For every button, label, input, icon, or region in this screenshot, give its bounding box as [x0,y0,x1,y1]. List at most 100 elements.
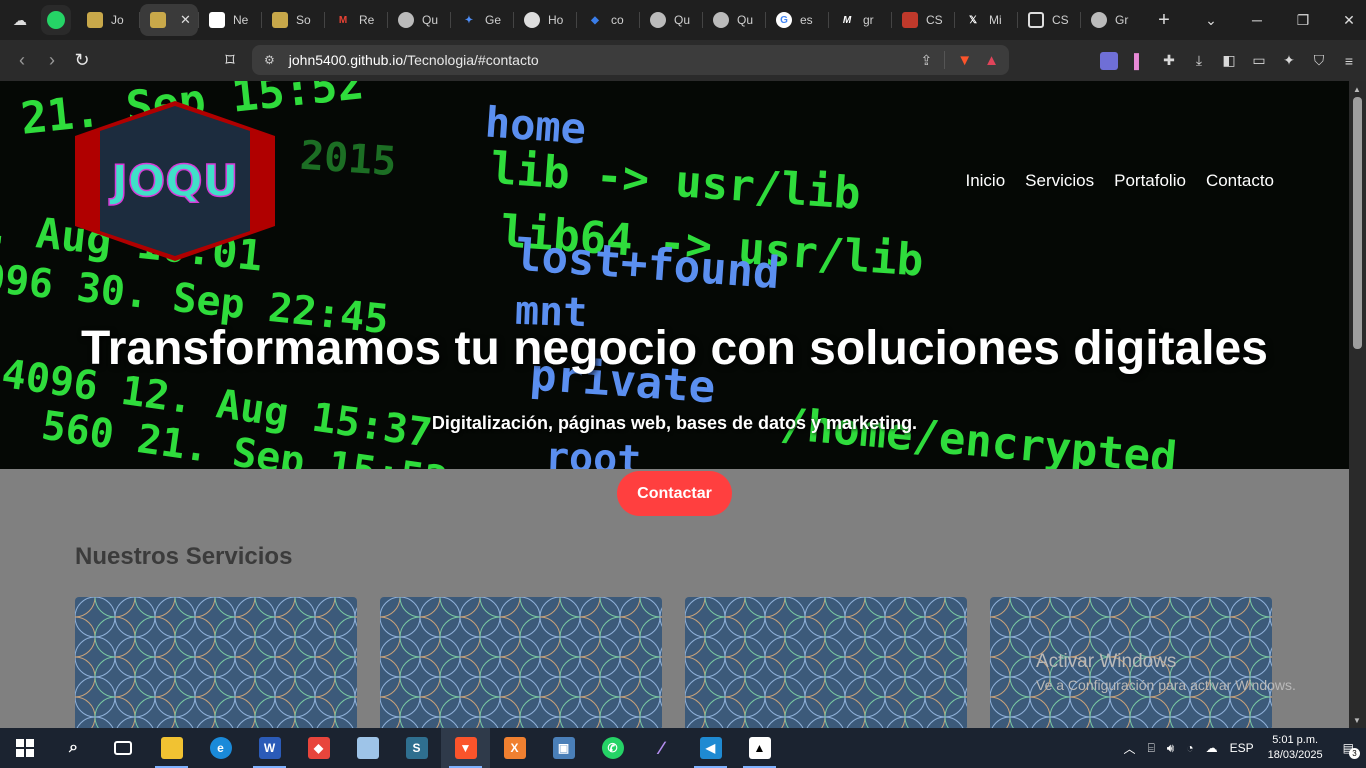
browser-tab[interactable]: So [262,4,324,36]
browser-tab[interactable]: M Re [325,4,387,36]
word-icon[interactable]: W [245,728,294,768]
nav-servicios[interactable]: Servicios [1025,171,1094,191]
gmail-icon: M [338,14,348,26]
tab-groups-icon[interactable]: ☁ [5,5,35,35]
main-nav: Inicio Servicios Portafolio Contacto [965,171,1274,191]
xampp-icon[interactable]: X [490,728,539,768]
extension-wallet-icon[interactable] [1100,51,1118,70]
browser-tab[interactable]: Jo [77,4,139,36]
scroll-up-icon[interactable]: ▲ [1353,85,1361,94]
browser-tab[interactable]: Ges [766,4,828,36]
windows-taskbar: ⌕ e W ◆ S ▼ X ▣ ✆ ∕ ◀ ▲ ︿ ⌸ 🔊︎ ◔ ☁ ESP 5… [0,728,1366,768]
share-icon[interactable]: ⇪ [921,52,933,69]
tab-search-button[interactable]: ⌄ [1188,12,1234,29]
browser-tab[interactable]: Ho [514,4,576,36]
browser-tab[interactable]: Ne [199,4,261,36]
wallet-icon[interactable]: ▭ [1250,52,1268,70]
service-card[interactable] [75,597,357,728]
brave-icon[interactable]: ▼ [441,728,490,768]
forward-button[interactable]: › [37,50,67,71]
address-bar[interactable]: ⚙ john5400.github.io/Tecnologia/#contact… [252,45,1009,75]
clock[interactable]: 5:01 p.m. 18/03/2025 [1268,733,1323,763]
close-tab-icon[interactable]: ✕ [180,12,191,28]
tab-title: Gr [1115,13,1129,27]
whatsapp-taskbar-icon[interactable]: ✆ [588,728,637,768]
close-window-button[interactable]: ✕ [1326,12,1366,29]
openai-icon [524,12,540,28]
service-card[interactable] [380,597,662,728]
browser-tab[interactable]: ✦ Ge [451,4,513,36]
leo-ai-icon[interactable]: ✦ [1280,52,1298,70]
nav-portafolio[interactable]: Portafolio [1114,171,1186,191]
notepad-icon[interactable] [343,728,392,768]
brave-rewards-icon[interactable]: ▲ [984,52,999,69]
scroll-down-icon[interactable]: ▼ [1353,716,1361,725]
activation-subtitle: Ve a Configuración para activar Windows. [1036,677,1296,693]
nav-inicio[interactable]: Inicio [965,171,1005,191]
browser-tab[interactable]: ◆ co [577,4,639,36]
code-line: root [544,434,643,469]
network-adapter-icon[interactable]: ⌸ [1148,741,1155,756]
page-viewport: 21. Sep 15:522015homelib -> usr/liblib64… [0,81,1349,728]
browser-tab[interactable]: CS [892,4,954,36]
whatsapp-pinned-tab[interactable] [41,5,71,35]
hero-section: 21. Sep 15:522015homelib -> usr/liblib64… [0,81,1349,469]
virtualbox-icon[interactable]: ▣ [539,728,588,768]
site-logo[interactable]: JOQU [75,101,275,261]
extensions-puzzle-icon[interactable]: ✚ [1160,52,1178,70]
menu-icon[interactable]: ≡ [1340,52,1358,70]
tab-title: CS [926,13,943,27]
feather-app-icon[interactable]: ∕ [637,728,686,768]
contact-button[interactable]: Contactar [617,471,732,516]
onedrive-icon[interactable]: ☁ [1206,741,1218,755]
task-view-icon[interactable] [98,728,147,768]
language-indicator[interactable]: ESP [1230,741,1254,755]
file-explorer-icon[interactable] [147,728,196,768]
sidebar-icon[interactable]: ◧ [1220,52,1238,70]
sublime-icon[interactable]: S [392,728,441,768]
show-hidden-icons[interactable]: ︿ [1124,740,1136,757]
photos-icon[interactable]: ▲ [735,728,784,768]
site-info-icon[interactable]: ⚙ [264,53,275,67]
browser-tab[interactable]: Gr [1081,4,1143,36]
anydesk-icon[interactable]: ◆ [294,728,343,768]
downloads-icon[interactable]: ⤓ [1190,52,1208,70]
tab-title: gr [863,13,874,27]
scrollbar-thumb[interactable] [1353,97,1362,349]
tab-title: Ne [233,13,249,27]
maximize-button[interactable]: ❐ [1280,12,1326,29]
back-button[interactable]: ‹ [7,50,37,71]
url-text[interactable]: john5400.github.io/Tecnologia/#contacto [289,52,539,68]
code-line: 2015 [298,132,398,186]
start-button[interactable] [0,728,49,768]
browser-tab[interactable]: Qu [703,4,765,36]
new-tab-button[interactable]: + [1149,9,1179,32]
browser-tab[interactable]: Mgr [829,4,891,36]
extension-pink-icon[interactable]: ▌ [1130,52,1148,70]
windows-activation-watermark: Activar Windows Ve a Configuración para … [1036,651,1296,693]
minimize-button[interactable]: ─ [1234,12,1280,28]
reload-button[interactable]: ↻ [67,50,97,71]
page-scrollbar[interactable]: ▲ ▼ [1349,81,1366,728]
browser-tab[interactable]: ✕ [140,4,198,36]
browser-tab[interactable]: Qu [388,4,450,36]
volume-icon[interactable]: 🔊︎ [1167,741,1175,756]
wifi-icon[interactable]: ◔ [1186,741,1193,755]
notification-center-icon[interactable]: ▤ 3 [1343,741,1360,759]
bookmark-icon[interactable]: ⌑ [215,50,245,71]
vscode-icon[interactable]: ◀ [686,728,735,768]
tab-title: Ge [485,13,502,27]
browser-tab[interactable]: CS [1018,4,1080,36]
browser-tab[interactable]: Qu [640,4,702,36]
browser-tab[interactable]: 𝕏 Mi [955,4,1017,36]
search-icon[interactable]: ⌕ [49,728,98,768]
yellow-box-icon [150,12,166,28]
nav-contacto[interactable]: Contacto [1206,171,1274,191]
clock-time: 5:01 p.m. [1272,734,1319,746]
brave-shields-icon[interactable]: ▼ [957,52,972,69]
service-card[interactable] [685,597,967,728]
vpn-shield-icon[interactable]: ⛉ [1310,52,1328,70]
google-icon: G [776,12,792,28]
medium-icon: M [842,14,852,26]
edge-icon[interactable]: e [196,728,245,768]
